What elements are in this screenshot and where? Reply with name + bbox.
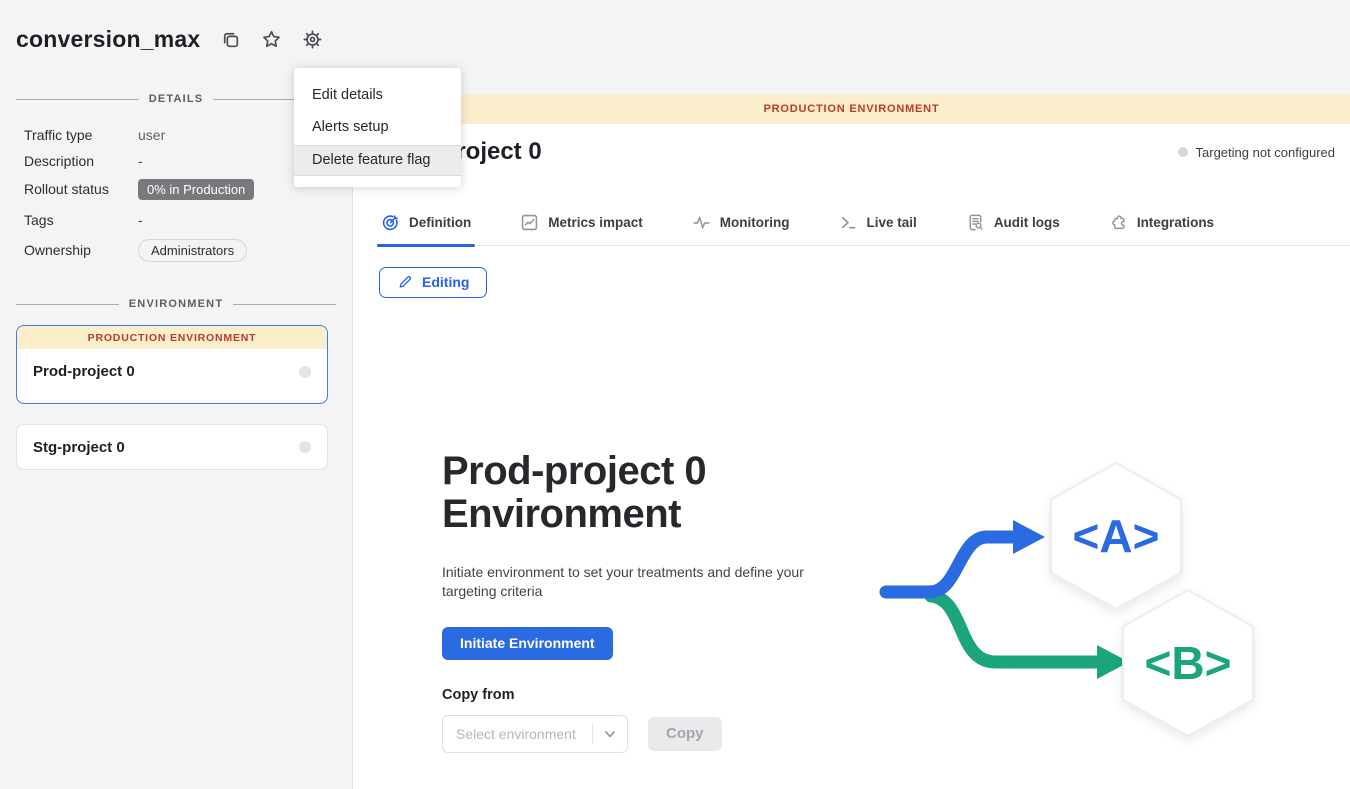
environment-section-header: ENVIRONMENT: [16, 298, 336, 310]
detail-label: Rollout status: [24, 181, 138, 197]
flag-title: conversion_max: [16, 26, 200, 53]
target-icon: [381, 213, 400, 232]
environment-status-dot: [299, 366, 311, 378]
tab-label: Audit logs: [994, 215, 1060, 230]
puzzle-icon: [1109, 213, 1128, 232]
ab-split-illustration: <A> <B>: [873, 446, 1265, 748]
terminal-icon: [839, 213, 858, 232]
environment-heading: ENVIRONMENT: [129, 298, 223, 310]
copy-from-label: Copy from: [442, 687, 862, 703]
tab-metrics-impact[interactable]: Metrics impact: [518, 207, 645, 245]
detail-label: Tags: [24, 212, 138, 228]
star-icon[interactable]: [261, 29, 282, 50]
detail-row-ownership: Ownership Administrators: [24, 237, 336, 263]
audit-log-icon: [966, 213, 985, 232]
environment-empty-state: Prod-project 0 Environment Initiate envi…: [442, 450, 862, 753]
chart-icon: [520, 213, 539, 232]
detail-label: Description: [24, 153, 138, 169]
menu-item-delete-feature-flag[interactable]: Delete feature flag: [294, 145, 461, 176]
variant-a-label: <A>: [1073, 510, 1160, 562]
copy-button[interactable]: Copy: [648, 717, 722, 751]
initiate-environment-button[interactable]: Initiate Environment: [442, 627, 613, 660]
detail-row-tags: Tags -: [24, 207, 336, 233]
gear-icon[interactable]: [302, 29, 323, 50]
environment-select[interactable]: Select environment: [442, 715, 628, 753]
divider: [16, 99, 139, 100]
variant-b-label: <B>: [1145, 637, 1232, 689]
pulse-icon: [692, 213, 711, 232]
rollout-status-badge: 0% in Production: [138, 179, 254, 200]
tab-label: Live tail: [867, 215, 917, 230]
empty-state-description: Initiate environment to set your treatme…: [442, 563, 817, 601]
tab-definition[interactable]: Definition: [379, 207, 473, 245]
detail-label: Traffic type: [24, 127, 138, 143]
tab-label: Metrics impact: [548, 215, 643, 230]
detail-row-rollout-status: Rollout status 0% in Production: [24, 176, 336, 202]
menu-item-alerts-setup[interactable]: Alerts setup: [294, 113, 461, 142]
tab-monitoring[interactable]: Monitoring: [690, 207, 792, 245]
editing-label: Editing: [422, 274, 469, 290]
detail-row-traffic-type: Traffic type user: [24, 122, 336, 148]
tab-label: Integrations: [1137, 215, 1214, 230]
tab-audit-logs[interactable]: Audit logs: [964, 207, 1062, 245]
environment-card-stg[interactable]: Stg-project 0: [16, 424, 328, 470]
environment-name: Stg-project 0: [33, 439, 125, 456]
empty-state-heading: Prod-project 0 Environment: [442, 450, 862, 536]
details-heading: DETAILS: [149, 93, 204, 105]
flag-header: conversion_max: [16, 26, 323, 53]
tab-label: Monitoring: [720, 215, 790, 230]
copy-from-controls: Select environment Copy: [442, 715, 862, 753]
tab-bar: Definition Metrics impact Monitoring: [379, 207, 1350, 246]
details-list: Traffic type user Description - Rollout …: [24, 122, 336, 263]
divider: [16, 304, 119, 305]
status-label: Targeting not configured: [1196, 145, 1335, 160]
copy-icon[interactable]: [220, 29, 241, 50]
detail-value: -: [138, 212, 143, 228]
pencil-icon: [397, 274, 413, 290]
ownership-pill[interactable]: Administrators: [138, 239, 247, 262]
status-dot: [1178, 147, 1188, 157]
production-environment-banner: PRODUCTION ENVIRONMENT: [17, 326, 327, 349]
environment-name: Prod-project 0: [33, 363, 135, 380]
targeting-status: Targeting not configured: [1178, 145, 1335, 160]
settings-dropdown-menu: Edit details Alerts setup Delete feature…: [294, 68, 461, 187]
environment-card-body: Stg-project 0: [17, 425, 327, 469]
details-section-header: DETAILS: [16, 93, 336, 105]
editing-button[interactable]: Editing: [379, 267, 487, 298]
detail-value: -: [138, 153, 143, 169]
tab-label: Definition: [409, 215, 471, 230]
chevron-down-icon[interactable]: [593, 727, 627, 741]
detail-value: user: [138, 127, 165, 143]
environment-card-prod[interactable]: PRODUCTION ENVIRONMENT Prod-project 0: [16, 325, 328, 404]
detail-label: Ownership: [24, 242, 138, 258]
main-panel: PRODUCTION ENVIRONMENT Prod-project 0 Ta…: [352, 94, 1350, 789]
environment-card-body: Prod-project 0: [17, 349, 327, 394]
environment-status-dot: [299, 441, 311, 453]
tab-live-tail[interactable]: Live tail: [837, 207, 919, 245]
tab-integrations[interactable]: Integrations: [1107, 207, 1216, 245]
divider: [233, 304, 336, 305]
production-environment-banner: PRODUCTION ENVIRONMENT: [353, 94, 1350, 124]
detail-row-description: Description -: [24, 148, 336, 174]
menu-item-edit-details[interactable]: Edit details: [294, 81, 461, 110]
page-header: Prod-project 0 Targeting not configured: [379, 138, 1335, 166]
select-placeholder: Select environment: [443, 726, 592, 742]
